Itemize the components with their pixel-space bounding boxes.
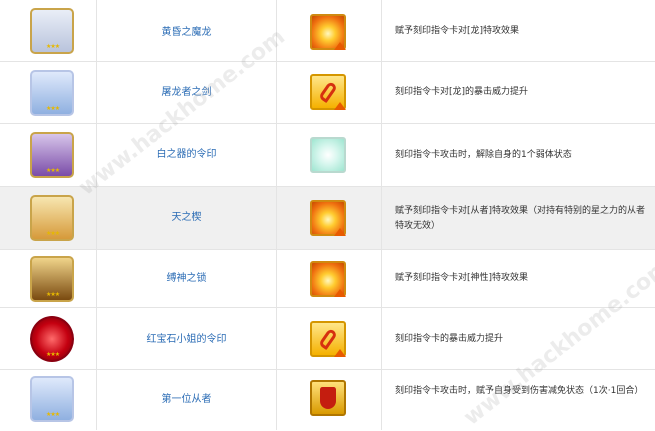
effect-icon-cell [277, 250, 382, 307]
code-description: 赋予刻印指令卡对[从者]特攻效果（对持有特别的星之力的从者特攻无效） [395, 206, 646, 231]
code-description: 刻印指令卡攻击时，解除自身的1个弱体状态 [395, 150, 572, 160]
description-cell: 刻印指令卡对[龙]的暴击威力提升 [382, 62, 655, 123]
crit-up-icon [310, 321, 346, 357]
table-row: ★★★ 黄昏之魔龙 赋予刻印指令卡对[龙]特攻效果 [0, 0, 655, 62]
first-servant-portrait-icon[interactable]: ★★★ [30, 376, 74, 422]
effect-icon-cell [277, 308, 382, 369]
effect-icon-cell [277, 187, 382, 249]
portrait-cell: ★★★ [0, 250, 97, 307]
effect-icon-cell [277, 0, 382, 61]
chain-portrait-icon[interactable]: ★★★ [30, 256, 74, 302]
description-cell: 刻印指令卡攻击时，解除自身的1个弱体状态 [382, 124, 655, 186]
name-cell: 天之楔 [97, 187, 277, 249]
code-description: 刻印指令卡的暴击威力提升 [395, 334, 504, 344]
name-cell: 第一位从者 [97, 370, 277, 430]
portrait-cell: ★★★ [0, 187, 97, 249]
portrait-cell: ★★★ [0, 0, 97, 61]
debuff-remove-icon [310, 137, 346, 173]
portrait-cell: ★★★ [0, 62, 97, 123]
effect-icon-cell [277, 124, 382, 186]
burst-attack-icon [310, 14, 346, 50]
purple-seal-portrait-icon[interactable]: ★★★ [30, 132, 74, 178]
golden-servant-portrait-icon[interactable]: ★★★ [30, 195, 74, 241]
code-description: 赋予刻印指令卡对[龙]特攻效果 [395, 26, 520, 36]
code-name[interactable]: 白之器的令印 [97, 148, 276, 162]
dragonslayer-portrait-icon[interactable]: ★★★ [30, 70, 74, 116]
portrait-cell: ★★★ [0, 124, 97, 186]
dragon-portrait-icon[interactable]: ★★★ [30, 8, 74, 54]
code-description: 刻印指令卡对[龙]的暴击威力提升 [395, 87, 529, 97]
table-row: ★★★ 白之器的令印 刻印指令卡攻击时，解除自身的1个弱体状态 [0, 124, 655, 187]
code-name[interactable]: 天之楔 [97, 211, 276, 225]
code-description: 赋予刻印指令卡对[神性]特攻效果 [395, 273, 529, 283]
burst-attack-icon [310, 200, 346, 236]
damage-reduction-icon [310, 380, 346, 416]
effect-icon-cell [277, 62, 382, 123]
description-cell: 刻印指令卡攻击时，赋予自身受到伤害减免状态（1次·1回合） [382, 370, 655, 430]
description-cell: 赋予刻印指令卡对[从者]特攻效果（对持有特别的星之力的从者特攻无效） [382, 187, 655, 249]
name-cell: 屠龙者之剑 [97, 62, 277, 123]
table-row: ★★★ 第一位从者 刻印指令卡攻击时，赋予自身受到伤害减免状态（1次·1回合） [0, 370, 655, 430]
crit-up-icon [310, 74, 346, 110]
name-cell: 红宝石小姐的令印 [97, 308, 277, 369]
table-row: ★★★ 天之楔 赋予刻印指令卡对[从者]特攻效果（对持有特别的星之力的从者特攻无… [0, 187, 655, 250]
effect-icon-cell [277, 370, 382, 430]
name-cell: 白之器的令印 [97, 124, 277, 186]
description-cell: 赋予刻印指令卡对[神性]特攻效果 [382, 250, 655, 307]
name-cell: 黄昏之魔龙 [97, 0, 277, 61]
code-description: 刻印指令卡攻击时，赋予自身受到伤害减免状态（1次·1回合） [395, 386, 644, 396]
code-name[interactable]: 第一位从者 [97, 393, 276, 407]
ruby-seal-portrait-icon[interactable]: ★★★ [30, 316, 74, 362]
table-row: ★★★ 屠龙者之剑 刻印指令卡对[龙]的暴击威力提升 [0, 62, 655, 124]
burst-attack-icon [310, 261, 346, 297]
code-name[interactable]: 缚神之锁 [97, 272, 276, 286]
name-cell: 缚神之锁 [97, 250, 277, 307]
command-code-table: ★★★ 黄昏之魔龙 赋予刻印指令卡对[龙]特攻效果 ★★★ 屠龙者之剑 刻印指令… [0, 0, 655, 430]
code-name[interactable]: 黄昏之魔龙 [97, 26, 276, 40]
table-row: ★★★ 缚神之锁 赋予刻印指令卡对[神性]特攻效果 [0, 250, 655, 308]
table-row: ★★★ 红宝石小姐的令印 刻印指令卡的暴击威力提升 [0, 308, 655, 370]
portrait-cell: ★★★ [0, 308, 97, 369]
description-cell: 赋予刻印指令卡对[龙]特攻效果 [382, 0, 655, 61]
code-name[interactable]: 屠龙者之剑 [97, 86, 276, 100]
portrait-cell: ★★★ [0, 370, 97, 430]
description-cell: 刻印指令卡的暴击威力提升 [382, 308, 655, 369]
code-name[interactable]: 红宝石小姐的令印 [97, 333, 276, 347]
